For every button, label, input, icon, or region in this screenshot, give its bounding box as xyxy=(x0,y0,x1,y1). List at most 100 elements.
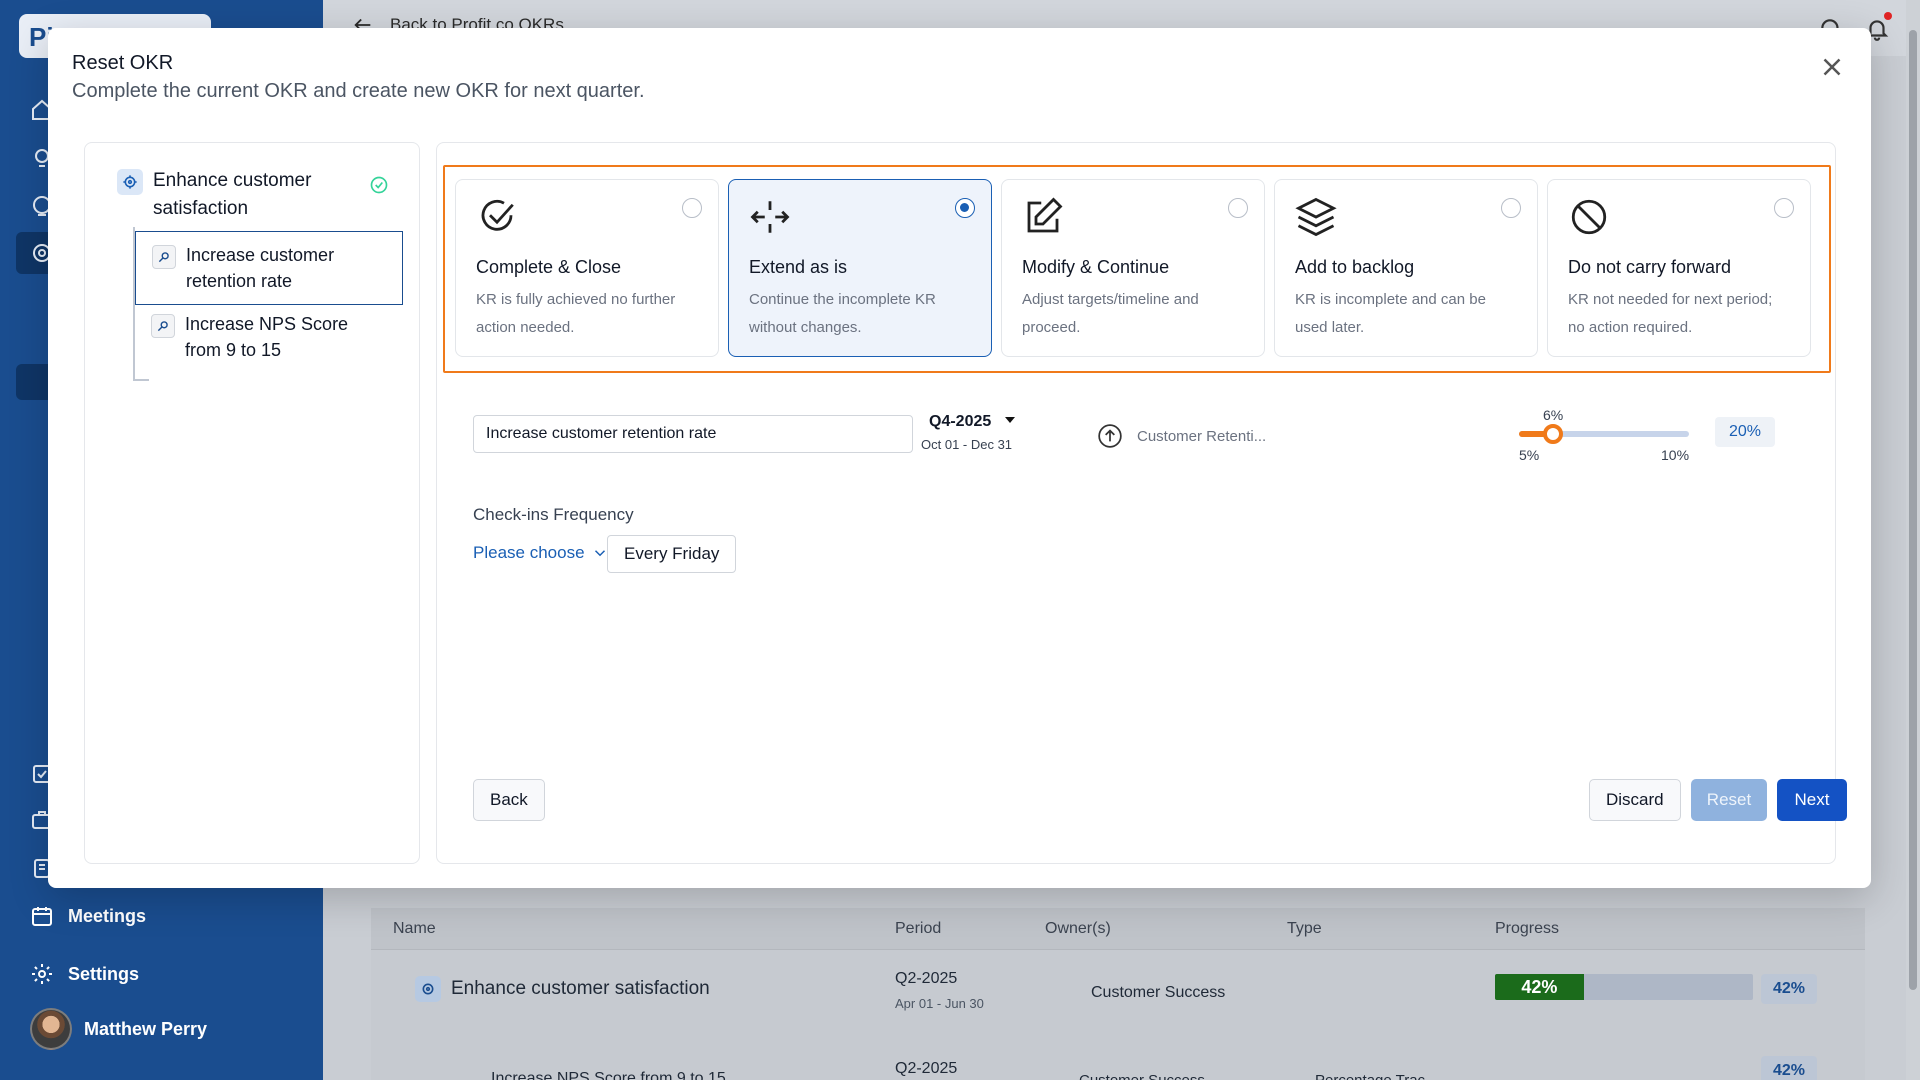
edit-icon xyxy=(1027,197,1063,233)
option-desc: KR not needed for next period; no action… xyxy=(1568,291,1773,336)
nav-meetings[interactable]: Meetings xyxy=(30,904,146,928)
row-name[interactable]: Enhance customer satisfaction xyxy=(451,978,710,1000)
col-owners[interactable]: Owner(s) xyxy=(1045,920,1111,938)
kr-item[interactable]: Increase NPS Score from 9 to 15 xyxy=(135,301,403,373)
reset-panel: Complete & Close KR is fully achieved no… xyxy=(436,142,1847,864)
col-name[interactable]: Name xyxy=(393,920,436,938)
option-title: Complete & Close xyxy=(476,257,622,277)
modal-title: Reset OKR xyxy=(72,52,174,74)
option-desc: Continue the incomplete KR without chang… xyxy=(749,291,936,336)
progress-bar: 42% xyxy=(1495,974,1753,1000)
checkins-dropdown[interactable]: Please choose xyxy=(473,543,609,563)
row-period: Q2-2025 xyxy=(895,970,958,987)
row-range: Apr 01 - Jun 30 xyxy=(895,996,984,1011)
progress-slider[interactable]: 6% 5% 10% xyxy=(1515,405,1715,465)
row-period: Q2-2025 xyxy=(895,1060,958,1077)
check-circle-icon xyxy=(370,176,388,194)
option-radio[interactable] xyxy=(1501,198,1521,218)
caret-down-icon xyxy=(1005,417,1016,423)
chevron-down-icon xyxy=(594,550,605,557)
option-desc: KR is fully achieved no further action n… xyxy=(476,291,676,336)
kr-label: Increase NPS Score from 9 to 15 xyxy=(185,314,349,360)
option-title: Extend as is xyxy=(749,257,848,277)
user-name: Matthew Perry xyxy=(84,1018,208,1039)
layers-icon xyxy=(1295,197,1337,237)
close-icon[interactable] xyxy=(1817,52,1847,82)
objective-title: Enhance customer satisfaction xyxy=(153,170,312,219)
progress-badge: 42% xyxy=(1761,974,1818,1004)
reset-options: Complete & Close KR is fully achieved no… xyxy=(443,165,1831,373)
kr-item[interactable]: Increase customer retention rate xyxy=(135,231,403,305)
option-do-not-carry[interactable]: Do not carry forward KR not needed for n… xyxy=(1547,179,1811,357)
gear-icon xyxy=(32,964,52,984)
avatar xyxy=(30,1008,72,1050)
table-header: Name Period Owner(s) Type Progress xyxy=(371,908,1865,950)
checkins-value[interactable]: Every Friday xyxy=(607,535,737,573)
next-button[interactable]: Next xyxy=(1777,779,1847,821)
target-percent-badge: 20% xyxy=(1715,417,1776,447)
slider-thumb[interactable] xyxy=(1543,424,1563,444)
arrow-up-circle-icon xyxy=(1098,424,1122,448)
metric-type[interactable]: Customer Retenti... xyxy=(1097,423,1266,449)
back-button[interactable]: Back xyxy=(473,779,545,821)
page-scrollbar[interactable] xyxy=(1906,0,1920,1080)
kr-label: Increase customer retention rate xyxy=(186,245,335,291)
col-period[interactable]: Period xyxy=(895,920,941,938)
option-complete-close[interactable]: Complete & Close KR is fully achieved no… xyxy=(455,179,719,357)
table-row[interactable]: Increase NPS Score from 9 to 15 Q2-2025 … xyxy=(371,1036,1865,1080)
option-extend[interactable]: Extend as is Continue the incomplete KR … xyxy=(728,179,992,357)
slider-start-value: 5% xyxy=(1519,447,1540,463)
option-radio[interactable] xyxy=(1774,198,1794,218)
period-value: Q4-2025 xyxy=(929,413,992,430)
reset-button[interactable]: Reset xyxy=(1691,779,1767,821)
slider-current-value: 6% xyxy=(1543,407,1564,423)
ban-icon xyxy=(1571,199,1607,235)
target-icon xyxy=(117,169,143,195)
checkins-choose-label: Please choose xyxy=(473,543,585,562)
nav-settings[interactable]: Settings xyxy=(30,962,139,986)
table-row[interactable]: Enhance customer satisfaction Q2-2025 Ap… xyxy=(371,958,1865,1034)
option-radio[interactable] xyxy=(955,198,975,218)
row-name[interactable]: Increase NPS Score from 9 to 15 xyxy=(491,1070,726,1080)
discard-button[interactable]: Discard xyxy=(1589,779,1681,821)
col-progress[interactable]: Progress xyxy=(1495,920,1559,938)
row-owner: Customer Success xyxy=(1079,1072,1205,1080)
calendar-icon xyxy=(32,907,52,926)
progress-badge: 42% xyxy=(1761,1056,1818,1080)
objective-icon xyxy=(415,976,441,1002)
option-radio[interactable] xyxy=(682,198,702,218)
option-desc: Adjust targets/timeline and proceed. xyxy=(1022,291,1199,336)
option-title: Modify & Continue xyxy=(1022,257,1170,277)
option-desc: KR is incomplete and can be used later. xyxy=(1295,291,1486,336)
period-select[interactable]: Q4-2025 Oct 01 - Dec 31 xyxy=(921,413,1016,452)
key-result-icon xyxy=(151,314,175,338)
move-arrows-icon xyxy=(750,201,790,233)
check-circle-icon xyxy=(481,199,514,231)
objective-node[interactable]: Enhance customer satisfaction xyxy=(117,167,387,223)
option-modify-continue[interactable]: Modify & Continue Adjust targets/timelin… xyxy=(1001,179,1265,357)
progress-fill: 42% xyxy=(1495,974,1584,1000)
col-type[interactable]: Type xyxy=(1287,920,1322,938)
nav-meetings-label: Meetings xyxy=(68,905,147,926)
reset-okr-modal: Reset OKR Complete the current OKR and c… xyxy=(48,28,1871,888)
option-title: Do not carry forward xyxy=(1568,257,1732,277)
tree-connector xyxy=(133,379,149,381)
nav-settings-label: Settings xyxy=(68,963,140,984)
slider-target-value: 10% xyxy=(1661,447,1690,463)
metric-label: Customer Retenti... xyxy=(1137,427,1267,445)
row-owner: Customer Success xyxy=(1091,984,1226,1001)
modal-subtitle: Complete the current OKR and create new … xyxy=(72,80,645,102)
scrollbar-thumb[interactable] xyxy=(1909,30,1917,990)
user-profile[interactable]: Matthew Perry xyxy=(30,1008,207,1050)
notification-dot xyxy=(1884,12,1892,20)
key-result-icon xyxy=(152,245,176,269)
row-type: Percentage Trac xyxy=(1315,1072,1425,1080)
option-radio[interactable] xyxy=(1228,198,1248,218)
okr-tree: Enhance customer satisfaction Increase c… xyxy=(84,142,420,864)
option-title: Add to backlog xyxy=(1295,257,1415,277)
okr-table: Name Period Owner(s) Type Progress Enhan… xyxy=(371,908,1865,1080)
kr-name-input[interactable] xyxy=(473,415,913,453)
checkins-label: Check-ins Frequency xyxy=(473,505,634,524)
period-range: Oct 01 - Dec 31 xyxy=(921,437,1013,452)
option-add-backlog[interactable]: Add to backlog KR is incomplete and can … xyxy=(1274,179,1538,357)
